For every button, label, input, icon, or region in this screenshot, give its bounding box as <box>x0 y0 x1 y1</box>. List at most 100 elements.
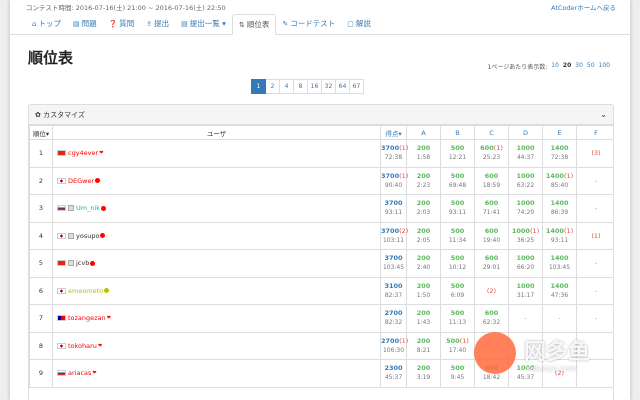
chevron-down-icon[interactable]: ⌄ <box>600 110 607 119</box>
elapsed-time: 90:40 <box>384 181 403 189</box>
flag-jp-icon <box>57 342 66 349</box>
task-cell-e: 1400(1) 93:11 <box>542 221 577 250</box>
task-cell-f: - <box>576 304 613 333</box>
user-link[interactable]: ariacas <box>68 369 91 377</box>
task-cell-b: 500 69:48 <box>440 166 475 195</box>
elapsed-time: 1:58 <box>416 154 431 162</box>
page-button-64[interactable]: 64 <box>335 79 350 94</box>
tab-top[interactable]: ⌂ トップ <box>26 13 67 34</box>
page-button-1[interactable]: 1 <box>251 79 266 94</box>
total-score-cell: 3700 93:11 <box>380 194 407 223</box>
task-header-f[interactable]: F <box>576 125 613 140</box>
page-button-2[interactable]: 2 <box>265 79 280 94</box>
tab-tasks[interactable]: ▤ 問題 <box>67 13 103 34</box>
elapsed-time: 103:45 <box>382 264 405 272</box>
tab-submissions[interactable]: ▤ 提出一覧 ▾ <box>175 13 232 34</box>
user-link[interactable]: cgy4ever <box>68 149 98 157</box>
task-cell-d: 1000 63:22 <box>508 166 543 195</box>
page-button-32[interactable]: 32 <box>321 79 336 94</box>
user-link[interactable]: Um_nik <box>76 204 100 212</box>
user-link[interactable]: emeometo <box>68 287 103 295</box>
per-page-option-20[interactable]: 20 <box>563 62 571 71</box>
per-page-option-30[interactable]: 30 <box>575 62 583 71</box>
page-button-67[interactable]: 67 <box>349 79 364 94</box>
total-header[interactable]: 得点▾ <box>380 125 407 140</box>
user-link[interactable]: jcvb <box>76 259 89 267</box>
task-cell-e: 1400 47:36 <box>542 276 577 305</box>
table-row: 7 tozangezan❤ 2700 82:32 200 1:43 500 11:13 600 6… <box>29 304 613 333</box>
page-button-16[interactable]: 16 <box>307 79 322 94</box>
user-link[interactable]: yosupo <box>76 232 99 240</box>
penalty: (1) <box>529 226 540 235</box>
task-cell-d: 1000(1) 36:25 <box>508 221 543 250</box>
task-cell-f: - <box>576 194 613 223</box>
score: 600 <box>484 254 499 263</box>
per-page-option-50[interactable]: 50 <box>587 62 595 71</box>
elapsed-time: 71:41 <box>482 209 501 217</box>
tab-editorial[interactable]: ▢ 解説 <box>341 13 377 34</box>
task-cell-f: - <box>576 276 613 305</box>
rank-cell: 4 <box>29 221 53 250</box>
score: 600 <box>484 226 499 235</box>
home-link[interactable]: AtCoderホームへ戻る <box>551 2 616 12</box>
penalty: (1) <box>563 226 574 235</box>
task-cell-c: 600 62:32 <box>474 304 509 333</box>
task-cell-d: 1000 31:17 <box>508 276 543 305</box>
page-button-4[interactable]: 4 <box>279 79 294 94</box>
total-score-cell: 3700(2) 103:11 <box>380 221 408 250</box>
user-link[interactable]: DEGwer <box>68 177 94 185</box>
task-cell-f <box>576 359 613 388</box>
tab-questions[interactable]: ❓ 質問 <box>103 13 141 34</box>
task-cell-d: 1000 74:20 <box>508 194 543 223</box>
per-page-option-100[interactable]: 100 <box>599 62 610 71</box>
user-badge-icon <box>68 205 74 212</box>
score: 3700 <box>381 171 400 180</box>
score: 1000 <box>516 199 535 208</box>
task-cell-c: 600 18:59 <box>474 166 509 195</box>
per-page-option-10[interactable]: 10 <box>551 62 559 71</box>
elapsed-time: 82:32 <box>384 319 403 327</box>
tab-standings[interactable]: ⇅ 順位表 <box>231 14 277 35</box>
user-cell: yosupo <box>52 221 381 250</box>
score: 500 <box>450 199 465 208</box>
task-header-e[interactable]: E <box>542 125 577 140</box>
score: 500 <box>450 309 465 318</box>
tab-custom-test[interactable]: ✎ コードテスト <box>276 13 341 34</box>
elapsed-time: 12:21 <box>448 154 467 162</box>
user-link[interactable]: tokoharu <box>68 342 97 350</box>
red-dot-icon <box>95 178 101 184</box>
task-header-b[interactable]: B <box>440 125 475 140</box>
user-cell: Um_nik <box>52 194 381 223</box>
task-cell-f: (1) <box>576 221 613 250</box>
score: 3700 <box>384 199 403 208</box>
rank-header[interactable]: 順位▾ <box>29 125 53 140</box>
elapsed-time: 8:21 <box>416 346 431 354</box>
user-cell: emeometo <box>52 276 381 305</box>
elapsed-time: 6:09 <box>450 291 465 299</box>
elapsed-time: 3:19 <box>416 374 431 382</box>
task-header-c[interactable]: C <box>474 125 509 140</box>
page-button-8[interactable]: 8 <box>293 79 308 94</box>
nav-tab-label: 提出一覧 ▾ <box>189 19 226 28</box>
score: 500 <box>450 254 465 263</box>
elapsed-time: 1:43 <box>416 319 431 327</box>
user-link[interactable]: tozangezan <box>68 314 106 322</box>
score: 500 <box>450 364 465 373</box>
task-cell-b: 500 10:12 <box>440 249 475 278</box>
rank-cell: 8 <box>29 331 53 360</box>
score: 1400 <box>545 171 564 180</box>
flag-jp-icon <box>57 232 66 239</box>
task-cell-e: 1400 72:38 <box>542 139 577 168</box>
task-header-a[interactable]: A <box>406 125 441 140</box>
elapsed-time: 18:42 <box>482 374 501 382</box>
task-cell-e: - <box>542 304 577 333</box>
task-cell-d: 1000 44:37 <box>508 139 543 168</box>
elapsed-time: 2:23 <box>416 181 431 189</box>
flag-cn-icon <box>57 260 66 267</box>
customize-header[interactable]: ✿ カスタマイズ ⌄ <box>29 105 613 125</box>
elapsed-time: 45:37 <box>516 374 535 382</box>
tab-submit[interactable]: ⇪ 提出 <box>140 13 175 34</box>
task-header-d[interactable]: D <box>508 125 543 140</box>
score: 3700 <box>384 254 403 263</box>
nav-tab-label: 提出 <box>154 19 170 28</box>
